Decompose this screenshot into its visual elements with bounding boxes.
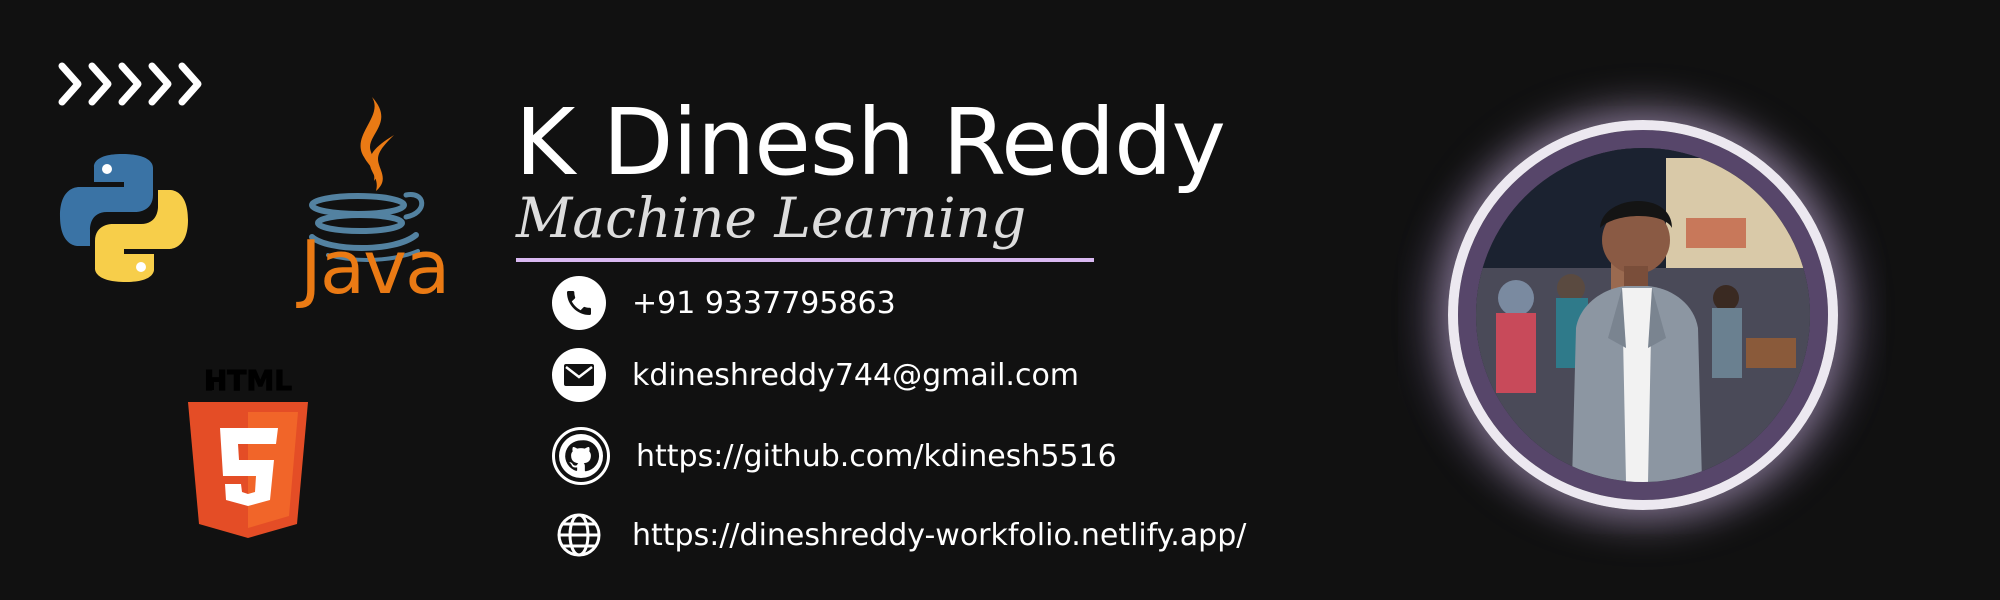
github-icon bbox=[552, 427, 610, 485]
role-underline bbox=[516, 258, 1094, 262]
contact-email[interactable]: kdineshreddy744@gmail.com bbox=[552, 345, 1079, 405]
contact-github[interactable]: https://github.com/kdinesh5516 bbox=[552, 426, 1117, 486]
html5-logo-icon: HTML bbox=[188, 364, 308, 538]
mail-icon bbox=[552, 348, 606, 402]
profile-role: Machine Learning bbox=[516, 186, 1027, 250]
python-logo-icon bbox=[60, 154, 188, 282]
globe-icon bbox=[552, 508, 606, 562]
phone-icon bbox=[552, 276, 606, 330]
contact-website[interactable]: https://dineshreddy-workfolio.netlify.ap… bbox=[552, 505, 1246, 565]
profile-photo bbox=[1476, 148, 1810, 482]
phone-number: +91 9337795863 bbox=[632, 285, 896, 321]
github-link[interactable]: https://github.com/kdinesh5516 bbox=[636, 439, 1117, 474]
email-address: kdineshreddy744@gmail.com bbox=[632, 357, 1080, 393]
java-wordmark: Java bbox=[300, 225, 450, 311]
html5-label: HTML bbox=[204, 364, 292, 397]
profile-name: K Dinesh Reddy bbox=[515, 89, 1226, 196]
website-link[interactable]: https://dineshreddy-workfolio.netlify.ap… bbox=[632, 518, 1246, 553]
contact-phone[interactable]: +91 9337795863 bbox=[552, 273, 896, 333]
chevrons-icon bbox=[58, 62, 202, 106]
